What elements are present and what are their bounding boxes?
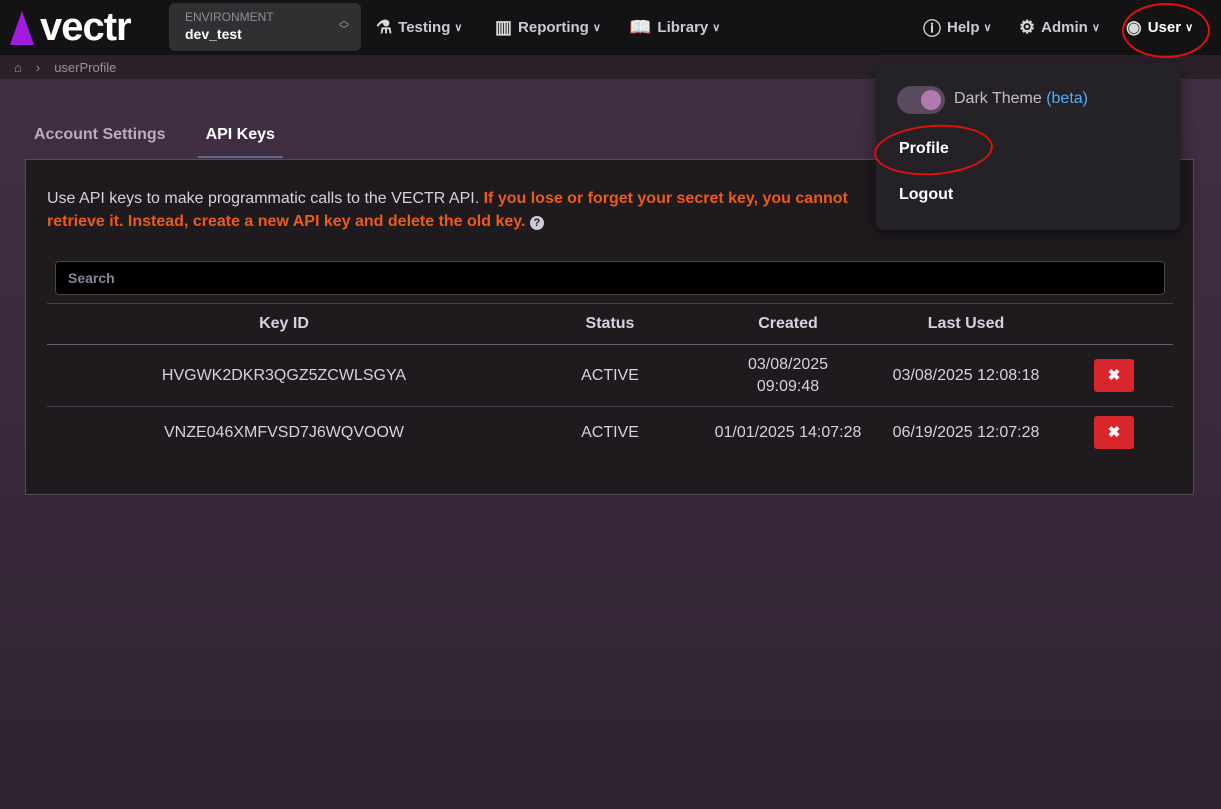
tab-api-keys[interactable]: API Keys xyxy=(198,116,283,158)
tab-account-settings[interactable]: Account Settings xyxy=(26,116,174,158)
environment-label: ENVIRONMENT xyxy=(185,10,345,24)
api-keys-description: Use API keys to make programmatic calls … xyxy=(47,187,877,233)
key-id: VNZE046XMFVSD7J6WQVOOW xyxy=(47,407,521,459)
book-icon: 📖 xyxy=(629,17,651,38)
bar-chart-icon: ▥ xyxy=(495,17,512,38)
chevron-down-icon: ∨ xyxy=(454,21,462,34)
dark-theme-label: Dark Theme (beta) xyxy=(954,90,1088,108)
beta-label: (beta) xyxy=(1046,90,1088,107)
column-key-id[interactable]: Key ID xyxy=(47,304,521,345)
nav-library-label: Library xyxy=(657,19,708,36)
dark-theme-toggle[interactable] xyxy=(897,86,945,114)
logo-icon xyxy=(10,11,34,45)
description-text: Use API keys to make programmatic calls … xyxy=(47,190,479,207)
logo-text: vectr xyxy=(40,5,131,50)
nav-testing-label: Testing xyxy=(398,19,450,36)
column-actions xyxy=(1055,304,1173,345)
chevron-down-icon: ∨ xyxy=(1092,21,1100,34)
environment-value: dev_test xyxy=(185,26,345,42)
nav-reporting-label: Reporting xyxy=(518,19,589,36)
nav-library[interactable]: 📖 Library ∨ xyxy=(629,0,720,55)
column-status[interactable]: Status xyxy=(521,304,699,345)
nav-help-label: Help xyxy=(947,19,980,36)
vectr-logo[interactable]: vectr xyxy=(10,5,170,50)
updown-chevron-icon: ︿﹀ xyxy=(339,17,349,35)
key-id: HVGWK2DKR3QGZ5ZCWLSGYA xyxy=(47,345,521,407)
top-navbar: vectr ENVIRONMENT dev_test ︿﹀ ⚗Testing∨ … xyxy=(0,0,1221,55)
column-created[interactable]: Created xyxy=(699,304,877,345)
menu-item-logout[interactable]: Logout xyxy=(899,186,953,204)
profile-tabs: Account Settings API Keys xyxy=(26,116,307,158)
table-row: HVGWK2DKR3QGZ5ZCWLSGYA ACTIVE 03/08/2025… xyxy=(47,345,1173,407)
last-used: 03/08/2025 12:08:18 xyxy=(877,345,1055,407)
api-keys-table: Key ID Status Created Last Used HVGWK2DK… xyxy=(47,303,1173,459)
home-icon[interactable]: ⌂ xyxy=(14,60,22,75)
gear-icon: ⚙ xyxy=(1019,17,1035,38)
question-icon[interactable]: ? xyxy=(530,216,544,230)
chevron-down-icon: ∨ xyxy=(984,21,992,34)
search-input[interactable]: Search xyxy=(55,261,1165,295)
nav-admin-label: Admin xyxy=(1041,19,1088,36)
annotation-circle-user xyxy=(1122,3,1210,58)
status: ACTIVE xyxy=(521,407,699,459)
nav-help[interactable]: ⓘ Help ∨ xyxy=(923,0,992,55)
chevron-right-icon: › xyxy=(36,60,40,75)
created: 03/08/2025 09:09:48 xyxy=(699,345,877,407)
chevron-down-icon: ∨ xyxy=(593,21,601,34)
nav-admin[interactable]: ⚙ Admin ∨ xyxy=(1019,0,1100,55)
last-used: 06/19/2025 12:07:28 xyxy=(877,407,1055,459)
dark-theme-text: Dark Theme xyxy=(954,90,1042,107)
help-circle-icon: ⓘ xyxy=(923,15,941,41)
status: ACTIVE xyxy=(521,345,699,407)
table-row: VNZE046XMFVSD7J6WQVOOW ACTIVE 01/01/2025… xyxy=(47,407,1173,459)
delete-key-button[interactable]: ✖ xyxy=(1094,359,1134,392)
breadcrumb-current: userProfile xyxy=(54,60,116,75)
nav-reporting[interactable]: ▥ Reporting ∨ xyxy=(495,0,601,55)
column-last-used[interactable]: Last Used xyxy=(877,304,1055,345)
delete-key-button[interactable]: ✖ xyxy=(1094,416,1134,449)
chevron-down-icon: ∨ xyxy=(712,21,720,34)
flask-icon: ⚗ xyxy=(376,17,392,38)
nav-testing[interactable]: ⚗ Testing ∨ xyxy=(376,0,462,55)
environment-selector[interactable]: ENVIRONMENT dev_test ︿﹀ xyxy=(169,3,361,51)
created: 01/01/2025 14:07:28 xyxy=(699,407,877,459)
